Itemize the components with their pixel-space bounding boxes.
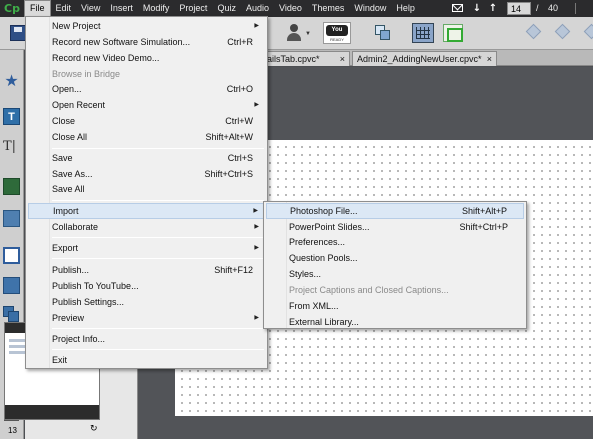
menu-project[interactable]: Project <box>174 0 212 17</box>
menu-audio[interactable]: Audio <box>241 0 274 17</box>
image-icon[interactable] <box>3 178 20 195</box>
menu-separator <box>52 237 264 238</box>
arrow-down-icon[interactable]: ↓ <box>472 3 482 14</box>
submenu-item-question-pools[interactable]: Question Pools... <box>266 250 524 266</box>
submenu-item-external-library[interactable]: External Library... <box>266 314 524 330</box>
tab-admin2-adding-new-user[interactable]: Admin2_AddingNewUser.cpvc* × <box>352 51 497 66</box>
menu-item-close-all[interactable]: Close All Shift+Alt+W <box>28 129 265 145</box>
import-submenu: Photoshop File... Shift+Alt+P PowerPoint… <box>263 201 527 329</box>
screen-capture-icon[interactable] <box>3 277 20 294</box>
menu-item-import[interactable]: Import ▶ <box>28 203 265 219</box>
submenu-item-from-xml[interactable]: From XML... <box>266 298 524 314</box>
menu-separator <box>52 328 264 329</box>
text-caption-icon[interactable]: T <box>3 108 20 125</box>
menu-bar: Cp File Edit View Insert Modify Project … <box>0 0 593 17</box>
menu-quiz[interactable]: Quiz <box>212 0 241 17</box>
total-slides: 40 <box>548 3 559 13</box>
close-icon[interactable]: × <box>487 52 492 66</box>
menu-edit[interactable]: Edit <box>51 0 77 17</box>
youtube-logo: You Tube <box>326 25 348 44</box>
menu-item-preview[interactable]: Preview ▶ <box>28 310 265 326</box>
tab-label: Admin2_AddingNewUser.cpvc* <box>357 54 482 64</box>
menu-separator <box>52 200 264 201</box>
chevron-right-icon: ▶ <box>254 23 259 29</box>
menu-item-save[interactable]: Save Ctrl+S <box>28 150 265 166</box>
menu-window[interactable]: Window <box>349 0 391 17</box>
menu-item-close[interactable]: Close Ctrl+W <box>28 113 265 129</box>
menu-item-record-video-demo[interactable]: Record new Video Demo... <box>28 50 265 66</box>
menu-item-publish-settings[interactable]: Publish Settings... <box>28 294 265 310</box>
grid-view-icon[interactable] <box>412 23 434 43</box>
menu-item-export[interactable]: Export ▶ <box>28 240 265 256</box>
menu-item-open[interactable]: Open... Ctrl+O <box>28 81 265 97</box>
menu-item-save-all[interactable]: Save All <box>28 181 265 197</box>
menu-item-exit[interactable]: Exit <box>28 352 265 368</box>
youtube-ready-label: READY <box>330 37 344 42</box>
menu-item-publish[interactable]: Publish... Shift+F12 <box>28 262 265 278</box>
chevron-right-icon: ▶ <box>254 102 259 108</box>
menu-item-project-info[interactable]: Project Info... <box>28 331 265 347</box>
menu-separator <box>52 258 264 259</box>
submenu-item-project-captions: Project Captions and Closed Captions... <box>289 285 449 295</box>
submenu-item-styles[interactable]: Styles... <box>266 266 524 282</box>
arrow-up-icon[interactable]: ↑ <box>488 3 498 14</box>
image-rollover-icon[interactable] <box>3 210 20 227</box>
menu-video[interactable]: Video <box>274 0 307 17</box>
chevron-right-icon: ▶ <box>254 224 259 230</box>
chevron-right-icon: ▶ <box>253 208 258 214</box>
duplicate-slides-icon[interactable] <box>375 25 391 41</box>
app-logo: Cp <box>4 2 20 15</box>
menu-view[interactable]: View <box>76 0 105 17</box>
slide-transition-icon: ↻ <box>90 424 98 434</box>
submenu-item-preferences[interactable]: Preferences... <box>266 234 524 250</box>
star-icon[interactable]: ★ <box>3 72 20 89</box>
close-icon[interactable]: × <box>340 52 345 66</box>
rectangle-icon[interactable] <box>3 247 20 264</box>
submenu-item-photoshop-file[interactable]: Photoshop File... Shift+Alt+P <box>266 203 524 219</box>
menu-separator <box>52 349 264 350</box>
menu-item-publish-to-youtube[interactable]: Publish To YouTube... <box>28 278 265 294</box>
chevron-right-icon: ▶ <box>254 315 259 321</box>
mail-icon[interactable] <box>452 4 463 12</box>
menu-file[interactable]: File <box>24 0 51 17</box>
layer-front-icon[interactable] <box>583 23 593 40</box>
menu-item-new-project[interactable]: New Project ▶ <box>28 18 265 34</box>
save-icon[interactable] <box>10 25 26 41</box>
chevron-right-icon: ▶ <box>254 245 259 251</box>
menu-item-record-software-simulation[interactable]: Record new Software Simulation... Ctrl+R <box>28 34 265 50</box>
snap-to-grid-icon[interactable] <box>443 24 463 42</box>
layer-forward-icon[interactable] <box>525 23 542 40</box>
menu-help[interactable]: Help <box>391 0 420 17</box>
current-slide-input[interactable]: 14 <box>507 2 531 15</box>
layer-backward-icon[interactable] <box>554 23 571 40</box>
menubar-divider <box>575 3 576 14</box>
menu-insert[interactable]: Insert <box>105 0 138 17</box>
text-entry-icon[interactable]: T| <box>3 138 20 155</box>
slide-number: 13 <box>8 426 17 435</box>
menu-item-collaborate[interactable]: Collaborate ▶ <box>28 219 265 235</box>
menu-item-save-as[interactable]: Save As... Shift+Ctrl+S <box>28 166 265 182</box>
menu-item-open-recent[interactable]: Open Recent ▶ <box>28 97 265 113</box>
chevron-down-icon[interactable]: ▼ <box>305 31 311 37</box>
user-icon[interactable] <box>285 24 303 42</box>
layers-icon[interactable] <box>3 306 20 323</box>
menu-separator <box>52 148 264 149</box>
file-menu-dropdown: New Project ▶ Record new Software Simula… <box>25 16 268 369</box>
slide-separator: / <box>536 3 539 13</box>
menu-themes[interactable]: Themes <box>307 0 350 17</box>
submenu-item-powerpoint-slides[interactable]: PowerPoint Slides... Shift+Ctrl+P <box>266 219 524 235</box>
youtube-publish-button[interactable]: You Tube READY <box>323 22 351 44</box>
menu-item-browse-in-bridge: Browse in Bridge <box>52 69 121 79</box>
menu-modify[interactable]: Modify <box>138 0 175 17</box>
